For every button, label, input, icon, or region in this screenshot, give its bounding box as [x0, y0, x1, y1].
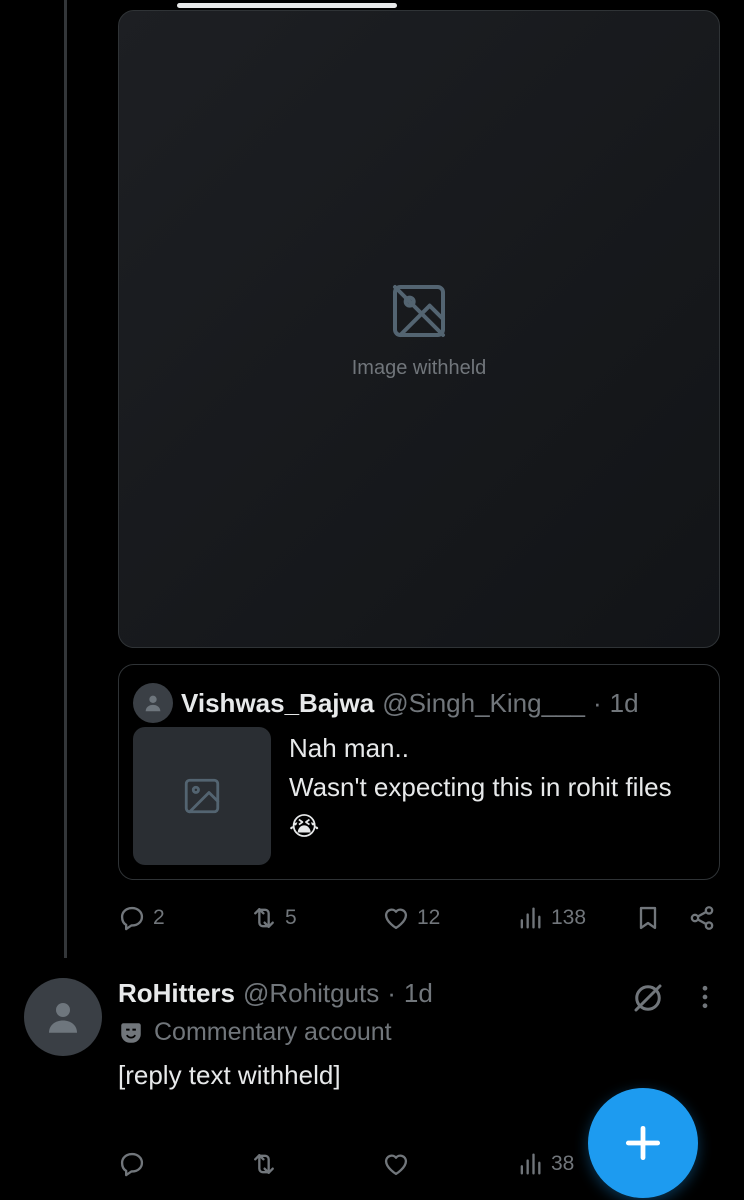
like-icon: [384, 908, 408, 930]
status-bar-indicator: [177, 3, 397, 8]
quote-text-line: Nah man..: [289, 733, 409, 763]
reply-header: RoHitters @Rohitguts · 1d: [118, 978, 433, 1009]
quote-text-line: Wasn't expecting this in rohit files 😭: [289, 772, 672, 841]
reply-author-handle[interactable]: @Rohitguts: [243, 978, 379, 1009]
reply-icon: [120, 906, 144, 931]
post-action-bar: 2 5 12 138: [118, 900, 720, 936]
reply-button[interactable]: 2: [118, 900, 165, 936]
share-icon: [690, 906, 714, 930]
media-withheld-label: Image withheld: [351, 356, 487, 379]
quote-tweet-card[interactable]: Vishwas_Bajwa @Singh_King___ · 1d Nah ma…: [118, 664, 720, 880]
like-button[interactable]: 12: [382, 900, 440, 936]
compose-button[interactable]: [588, 1088, 698, 1198]
quote-text: Nah man.. Wasn't expecting this in rohit…: [289, 729, 699, 846]
repost-icon: [254, 908, 274, 928]
repost-count: 5: [285, 906, 297, 929]
reply-icon: [120, 1152, 144, 1177]
quote-author-name[interactable]: Vishwas_Bajwa: [181, 688, 374, 719]
reply-text: [reply text withheld]: [118, 1060, 341, 1090]
share-button[interactable]: [688, 900, 716, 936]
quote-media-placeholder[interactable]: [133, 727, 271, 865]
repost-button[interactable]: 5: [250, 900, 297, 936]
quote-separator: ·: [592, 687, 602, 718]
commentary-badge: Commentary account: [118, 1018, 392, 1047]
user-icon: [145, 695, 161, 712]
bookmark-button[interactable]: [634, 900, 662, 936]
commentary-label: Commentary account: [154, 1018, 392, 1046]
view-count: 138: [551, 906, 587, 929]
user-icon: [49, 1003, 77, 1033]
views-button[interactable]: 138: [516, 900, 586, 936]
quote-header: Vishwas_Bajwa @Singh_King___ · 1d: [133, 683, 639, 723]
reply-count: 2: [153, 906, 165, 929]
repost-button[interactable]: [250, 1146, 278, 1182]
repost-icon: [254, 1154, 274, 1174]
reply-author-name[interactable]: RoHitters: [118, 978, 235, 1009]
quote-timestamp[interactable]: 1d: [610, 688, 639, 719]
compose-icon: [625, 1125, 661, 1161]
quote-author-handle[interactable]: @Singh_King___: [382, 688, 585, 719]
reply-button[interactable]: [118, 1146, 146, 1182]
views-button[interactable]: 38: [516, 1146, 574, 1182]
more-icon[interactable]: [690, 982, 720, 1012]
bookmark-icon: [639, 906, 657, 930]
grok-icon[interactable]: [630, 980, 666, 1016]
thread-connector-line: [64, 0, 67, 958]
views-icon: [520, 907, 541, 929]
like-button[interactable]: [382, 1146, 410, 1182]
like-icon: [384, 1154, 408, 1176]
commentary-icon: [121, 1022, 141, 1043]
quote-avatar[interactable]: [133, 683, 173, 723]
post-media-placeholder: Image withheld: [118, 10, 720, 648]
views-icon: [520, 1153, 541, 1175]
like-count: 12: [417, 906, 441, 929]
view-count: 38: [551, 1152, 575, 1175]
image-icon: [184, 778, 220, 814]
reply-separator: ·: [387, 978, 396, 1008]
image-withheld-icon: [393, 284, 445, 337]
reply-avatar[interactable]: [24, 978, 102, 1056]
reply-timestamp[interactable]: 1d: [404, 978, 433, 1009]
